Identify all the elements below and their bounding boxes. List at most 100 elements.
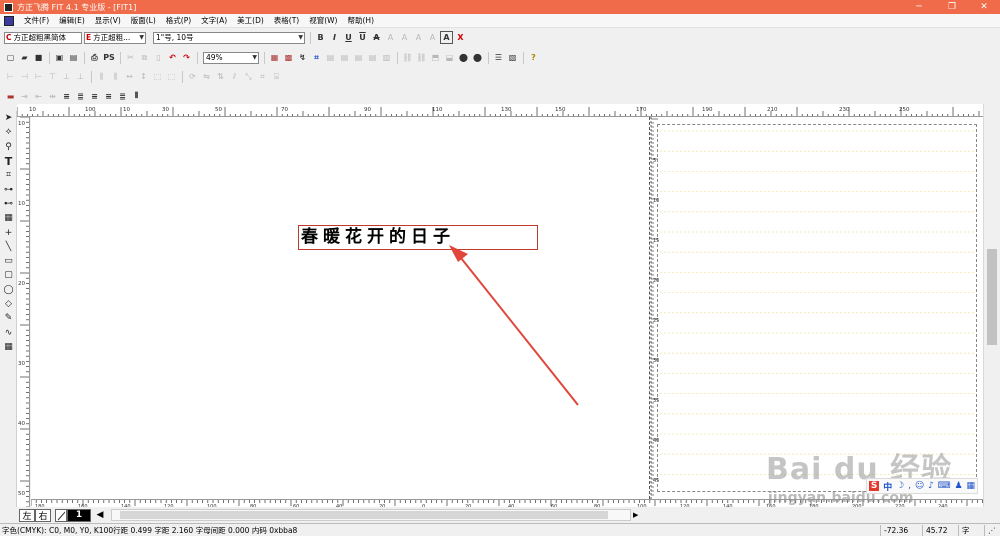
skin-icon[interactable]: ♟: [955, 481, 963, 491]
diamond-tool-icon[interactable]: ◇: [0, 297, 17, 311]
top-ruler[interactable]: 10 100 10 30 50 70 90 110 130 150 170 190 210 230 250: [17, 104, 983, 117]
page-layout-icon[interactable]: ▦: [268, 51, 281, 64]
align-right-icon[interactable]: ▤: [352, 51, 365, 64]
vertical-scrollbar[interactable]: [983, 104, 1000, 510]
menu-format[interactable]: 格式(P): [161, 14, 196, 28]
layer-icon[interactable]: ☰: [492, 51, 505, 64]
close-button[interactable]: ✕: [970, 0, 998, 14]
align-objects-left-icon[interactable]: ⊢: [4, 70, 17, 83]
para-align-right-icon[interactable]: ≡: [102, 90, 115, 103]
strike-button[interactable]: A: [370, 31, 383, 44]
preview-icon[interactable]: ▣: [53, 51, 66, 64]
align-objects-bottom-icon[interactable]: ⊥: [74, 70, 87, 83]
line-tool-icon[interactable]: ╲: [0, 240, 17, 254]
redo-icon[interactable]: ↷: [180, 51, 193, 64]
ellipse-tool-icon[interactable]: ◯: [0, 283, 17, 297]
wrap-icon[interactable]: ⌸: [270, 70, 283, 83]
send-back-icon[interactable]: ⬚: [165, 70, 178, 83]
grid-table-tool-icon[interactable]: ▦: [0, 340, 17, 354]
para-align-left-icon[interactable]: ≡: [60, 90, 73, 103]
chinese-font-select[interactable]: C 方正超粗黑简体: [4, 31, 82, 44]
indent-icon[interactable]: ⇥: [18, 90, 31, 103]
guides-icon[interactable]: ⌗: [310, 51, 323, 64]
align-objects-right-icon[interactable]: ⊢: [32, 70, 45, 83]
page-number-tab[interactable]: 1: [67, 508, 91, 522]
align-objects-center-icon[interactable]: ⊣: [18, 70, 31, 83]
microphone-icon[interactable]: ♪: [928, 481, 934, 491]
same-width-icon[interactable]: ↔: [123, 70, 136, 83]
unlock-icon[interactable]: ⬤: [471, 51, 484, 64]
grid-icon[interactable]: ▩: [282, 51, 295, 64]
align-objects-top-icon[interactable]: ⊤: [46, 70, 59, 83]
link-icon[interactable]: ⛓: [401, 51, 414, 64]
flip-v-icon[interactable]: ⇅: [214, 70, 227, 83]
save-icon[interactable]: ■: [32, 51, 45, 64]
crop-icon[interactable]: ⌗: [256, 70, 269, 83]
lock-icon[interactable]: ⬤: [457, 51, 470, 64]
pen-tool-icon[interactable]: ✎: [0, 311, 17, 325]
link-tool-icon[interactable]: ⊶: [0, 182, 17, 196]
undo-icon[interactable]: ↶: [166, 51, 179, 64]
direct-select-tool-icon[interactable]: ⟡: [0, 125, 17, 139]
group-icon[interactable]: ⬒: [429, 51, 442, 64]
para-columns-icon[interactable]: ⫴: [130, 90, 143, 103]
menu-view[interactable]: 显示(V): [90, 14, 126, 28]
para-align-full-icon[interactable]: ≣: [116, 90, 129, 103]
underline-button[interactable]: U: [342, 31, 355, 44]
menu-window[interactable]: 视窗(W): [304, 14, 342, 28]
restore-button[interactable]: ❐: [938, 0, 966, 14]
scale-icon[interactable]: ⤡: [242, 70, 255, 83]
document-page[interactable]: [31, 117, 649, 499]
cut-icon[interactable]: ✂: [124, 51, 137, 64]
zoom-tool-icon[interactable]: ⚲: [0, 140, 17, 154]
align-left-icon[interactable]: ▤: [324, 51, 337, 64]
superscript-button[interactable]: A: [426, 31, 439, 44]
english-font-select[interactable]: E 方正超粗... ▼: [84, 31, 146, 44]
frame-icon[interactable]: ▬: [4, 90, 17, 103]
tools-icon[interactable]: ▦: [966, 481, 975, 491]
menu-text[interactable]: 文字(A): [196, 14, 232, 28]
distribute-h-icon[interactable]: ⫼: [95, 70, 108, 83]
help-icon[interactable]: ?: [527, 51, 540, 64]
outline-text-button[interactable]: A: [384, 31, 397, 44]
menu-edit[interactable]: 编辑(E): [54, 14, 90, 28]
bezier-tool-icon[interactable]: ∿: [0, 325, 17, 339]
align-objects-middle-icon[interactable]: ⊥: [60, 70, 73, 83]
text-tool-icon[interactable]: T: [0, 154, 17, 168]
ps-export-button[interactable]: PS: [102, 51, 116, 64]
frame-text[interactable]: 春暖花开的日子: [301, 227, 455, 247]
horizontal-scrollbar[interactable]: [111, 509, 631, 521]
properties-icon[interactable]: ▧: [506, 51, 519, 64]
rectangle-tool-icon[interactable]: ▭: [0, 254, 17, 268]
rotate-icon[interactable]: ⟳: [186, 70, 199, 83]
crop-tool-icon[interactable]: ⌗: [0, 168, 17, 182]
menu-art[interactable]: 美工(D): [232, 14, 269, 28]
master-page-button[interactable]: [55, 508, 67, 522]
bold-button[interactable]: B: [314, 31, 327, 44]
document-icon[interactable]: [4, 15, 14, 26]
text-box-button[interactable]: A: [440, 31, 453, 44]
table-tool-icon[interactable]: ▦: [0, 211, 17, 225]
menu-layout[interactable]: 版面(L): [126, 14, 161, 28]
right-page-button[interactable]: 右: [35, 508, 51, 522]
clear-format-button[interactable]: X: [454, 31, 467, 44]
bring-front-icon[interactable]: ⬚: [151, 70, 164, 83]
left-page-button[interactable]: 左: [19, 508, 35, 522]
copy-icon[interactable]: ⧉: [138, 51, 151, 64]
same-height-icon[interactable]: ↕: [137, 70, 150, 83]
emoji-icon[interactable]: ☺: [915, 481, 924, 491]
align-center-icon[interactable]: ▤: [338, 51, 351, 64]
print-icon[interactable]: ⎙: [88, 51, 101, 64]
para-align-justify-icon[interactable]: ≣: [74, 90, 87, 103]
new-file-icon[interactable]: ▢: [4, 51, 17, 64]
minimize-button[interactable]: ─: [905, 0, 933, 14]
hollow-text-button[interactable]: A: [412, 31, 425, 44]
moon-icon[interactable]: ☽: [896, 481, 904, 491]
unlink-tool-icon[interactable]: ⊷: [0, 197, 17, 211]
distribute-icon[interactable]: ▥: [380, 51, 393, 64]
menu-file[interactable]: 文件(F): [19, 14, 54, 28]
para-align-center-icon[interactable]: ≡: [88, 90, 101, 103]
italic-button[interactable]: I: [328, 31, 341, 44]
ungroup-icon[interactable]: ⬓: [443, 51, 456, 64]
crosshair-tool-icon[interactable]: +: [0, 225, 17, 239]
